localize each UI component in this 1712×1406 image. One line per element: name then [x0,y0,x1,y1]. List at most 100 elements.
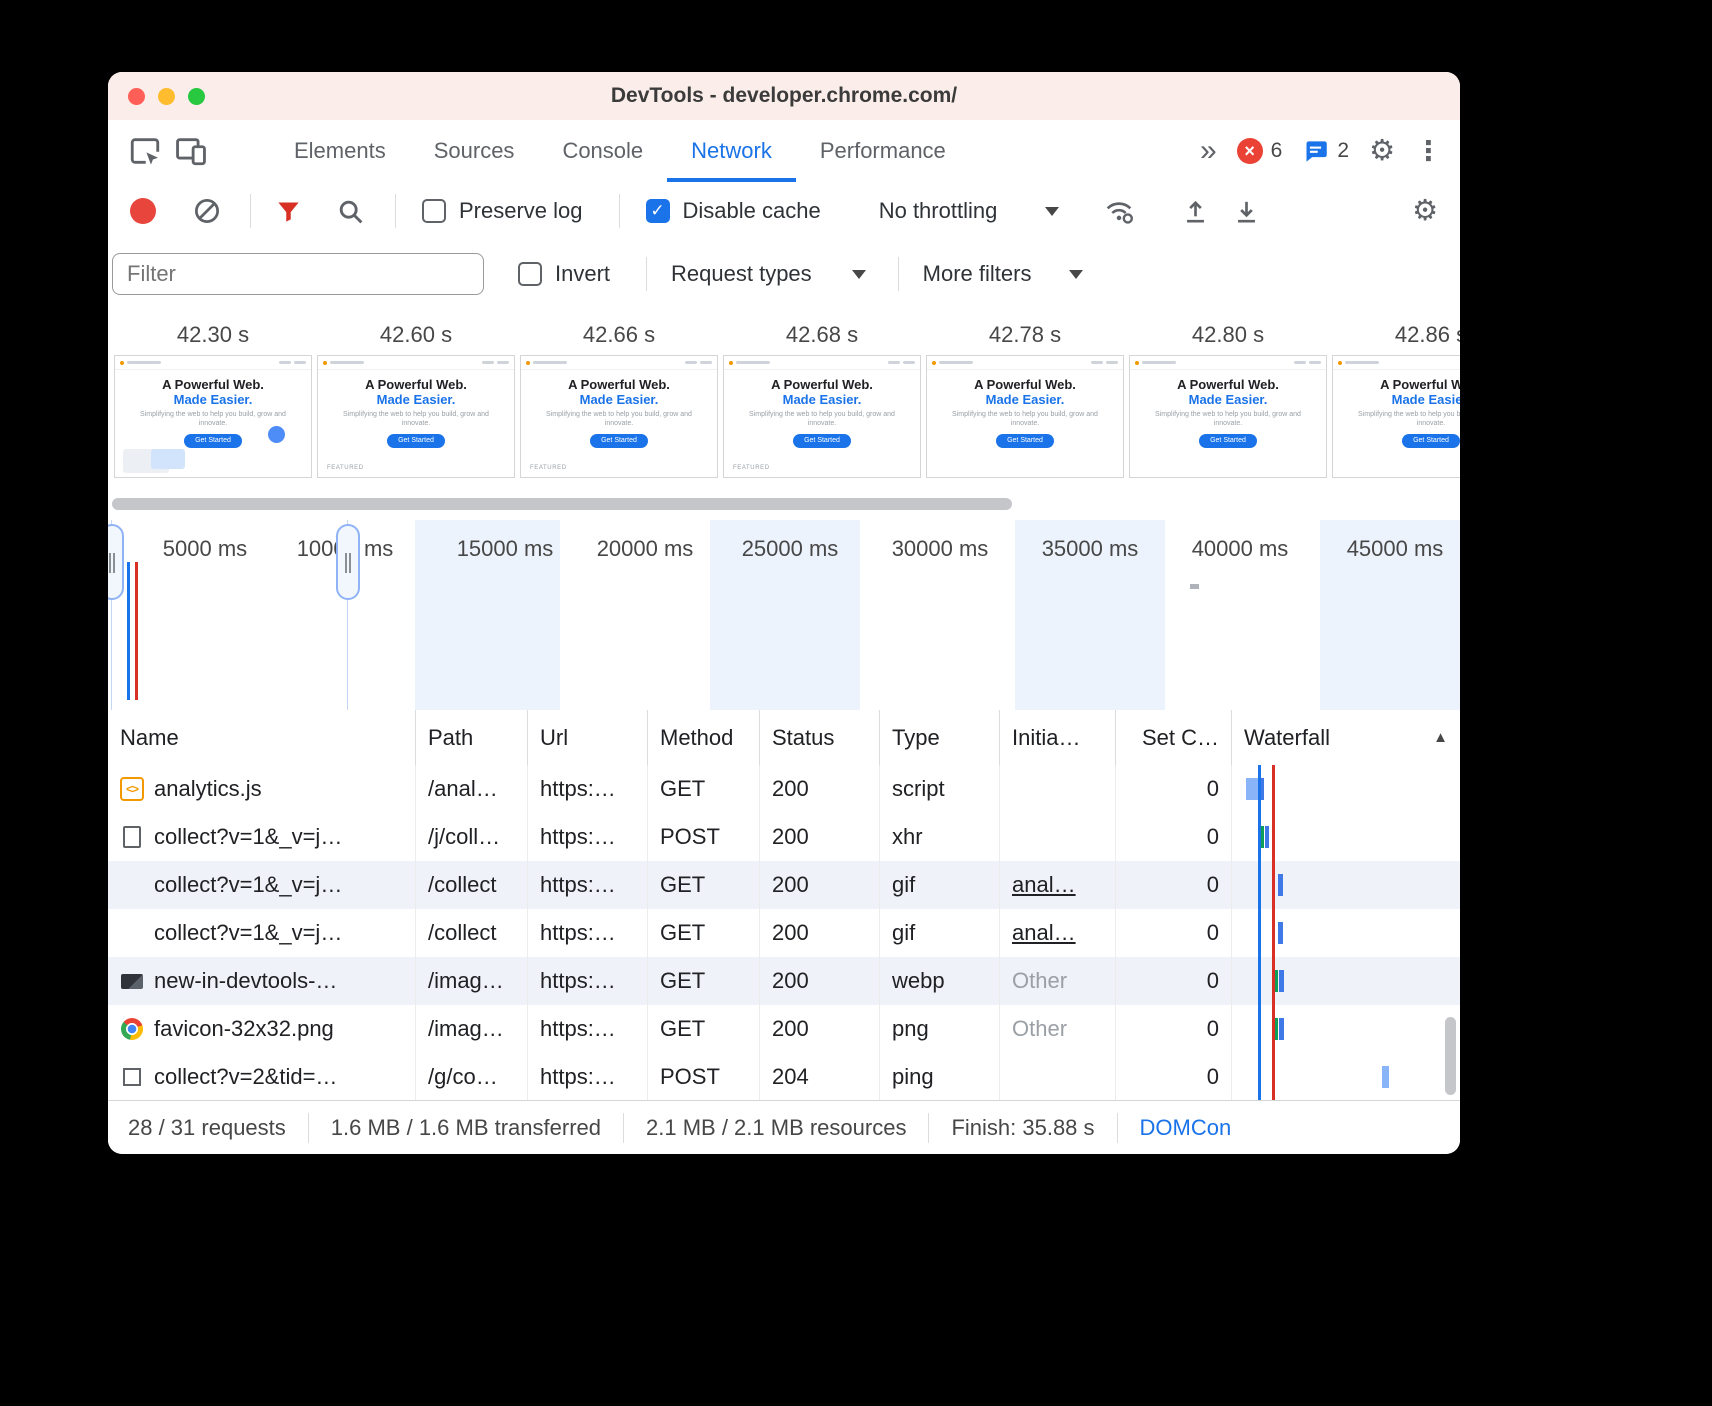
sort-ascending-icon[interactable]: ▲ [1433,729,1448,746]
filmstrip-frame[interactable]: A Powerful Web. Made Easier. Simplifying… [317,355,515,478]
document-icon [120,825,144,849]
filmstrip-frame[interactable]: A Powerful Web. Made Easier. Simplifying… [723,355,921,478]
request-types-dropdown[interactable]: Request types [671,261,812,287]
overview-window-handle-right[interactable] [336,524,360,600]
column-header-url[interactable]: Url [528,710,648,765]
frame-cta-button: Get Started [387,434,445,448]
tab-sources[interactable]: Sources [410,120,539,182]
title-bar: DevTools - developer.chrome.com/ [108,72,1460,121]
frame-page-header [318,356,514,370]
column-header-set-cookies[interactable]: Set C… [1116,710,1232,765]
filter-input[interactable] [112,253,484,295]
request-initiator: Other [1012,968,1067,994]
filmstrip-frame[interactable]: A Powerful Web. Made Easier. Simplifying… [926,355,1124,478]
request-set-cookies: 0 [1116,1005,1232,1053]
column-header-method[interactable]: Method [648,710,760,765]
load-event-line [1272,765,1275,1100]
filmstrip: 42.30 s 42.60 s 42.66 s 42.68 s 42.78 s … [108,308,1460,520]
column-header-status[interactable]: Status [760,710,880,765]
initiator-link[interactable]: anal… [1012,872,1076,898]
kebab-menu-icon[interactable]: ⋮ [1415,138,1442,165]
frame-subtitle: Made Easier. [724,392,920,407]
frame-featured-label: FEATURED [733,465,770,471]
disable-cache-checkbox[interactable]: ✓ [646,199,670,223]
transferred-summary: 1.6 MB / 1.6 MB transferred [309,1115,623,1141]
more-tabs-chevron-icon[interactable]: » [1200,136,1217,166]
console-message-counter[interactable]: 2 [1302,138,1349,165]
import-har-icon[interactable] [1181,197,1210,226]
request-method: GET [648,765,760,813]
frame-subtitle: Made Easier. [521,392,717,407]
frame-subtitle: Made Easier. [1333,392,1460,407]
column-header-type[interactable]: Type [880,710,1000,765]
filmstrip-horizontal-scrollbar[interactable] [112,498,1012,510]
waterfall-cell [1232,909,1460,957]
frame-timestamp: 42.30 s [114,322,312,348]
network-toolbar: Preserve log ✓ Disable cache No throttli… [108,182,1460,241]
error-count: 6 [1271,139,1283,163]
more-filters-dropdown[interactable]: More filters [923,261,1032,287]
more-filters-caret-icon[interactable] [1069,270,1083,279]
clear-icon[interactable] [192,196,222,226]
frame-page-header [1333,356,1460,370]
filmstrip-frame[interactable]: A Powerful Web. Made Easier. Simplifying… [1129,355,1327,478]
request-name: analytics.js [154,776,262,802]
waterfall-cell [1232,957,1460,1005]
overview-window-handle-left[interactable] [108,524,124,600]
domcontentloaded-time: DOMCon [1118,1115,1254,1141]
timeline-tick: 45000 ms [1347,536,1444,562]
initiator-link[interactable]: anal… [1012,920,1076,946]
request-status: 200 [760,765,880,813]
preserve-log-checkbox[interactable] [422,199,446,223]
table-vertical-scrollbar[interactable] [1445,1017,1456,1095]
throttling-caret-icon[interactable] [1045,207,1059,216]
frame-subtitle: Made Easier. [318,392,514,407]
request-types-caret-icon[interactable] [852,270,866,279]
filmstrip-frame[interactable]: A Powerful Web. Made Easier. Simplifying… [1332,355,1460,478]
dcl-event-line [1258,765,1261,1100]
tab-console[interactable]: Console [538,120,667,182]
filmstrip-frame[interactable]: A Powerful Web. Made Easier. Simplifying… [114,355,312,478]
inspect-icon[interactable] [122,120,168,182]
throttling-select[interactable]: No throttling [879,198,998,224]
finish-time: Finish: 35.88 s [929,1115,1116,1141]
frame-cta-button: Get Started [1402,434,1460,448]
filmstrip-frame[interactable]: A Powerful Web. Made Easier. Simplifying… [520,355,718,478]
column-header-initiator[interactable]: Initia… [1000,710,1116,765]
filter-funnel-icon[interactable] [275,198,302,225]
settings-gear-icon[interactable]: ⚙ [1369,137,1395,166]
frame-timestamp: 42.80 s [1129,322,1327,348]
frame-timestamp: 42.78 s [926,322,1124,348]
console-error-counter[interactable]: × 6 [1237,138,1283,164]
script-file-icon: <> [120,777,144,801]
minimize-window-button[interactable] [158,88,175,105]
frame-subtitle: Made Easier. [115,392,311,407]
close-window-button[interactable] [128,88,145,105]
devtools-window: DevTools - developer.chrome.com/ Element… [108,72,1460,1154]
export-har-icon[interactable] [1232,197,1261,226]
tab-performance[interactable]: Performance [796,120,970,182]
column-header-name[interactable]: Name [108,710,416,765]
request-status: 200 [760,909,880,957]
request-type: ping [880,1053,1000,1101]
frame-timestamp: 42.68 s [723,322,921,348]
ping-icon [120,1065,144,1089]
zoom-window-button[interactable] [188,88,205,105]
request-path: /j/coll… [416,813,528,861]
column-header-path[interactable]: Path [416,710,528,765]
network-settings-gear-icon[interactable]: ⚙ [1412,197,1438,226]
invert-checkbox[interactable] [518,262,542,286]
status-bar: 28 / 31 requests 1.6 MB / 1.6 MB transfe… [108,1100,1460,1154]
request-set-cookies: 0 [1116,957,1232,1005]
tab-network[interactable]: Network [667,120,796,182]
tab-elements[interactable]: Elements [270,120,410,182]
timeline-overview[interactable]: 5000 ms 10000 ms 15000 ms 20000 ms 25000… [108,520,1460,711]
network-conditions-icon[interactable] [1103,195,1135,227]
device-toolbar-icon[interactable] [168,120,214,182]
requests-summary: 28 / 31 requests [128,1115,308,1141]
record-icon[interactable] [130,198,156,224]
panel-tabs: Elements Sources Console Network Perform… [270,120,970,182]
frame-timestamp: 42.60 s [317,322,515,348]
column-header-waterfall[interactable]: Waterfall ▲ [1232,710,1460,765]
search-icon[interactable] [336,197,365,226]
